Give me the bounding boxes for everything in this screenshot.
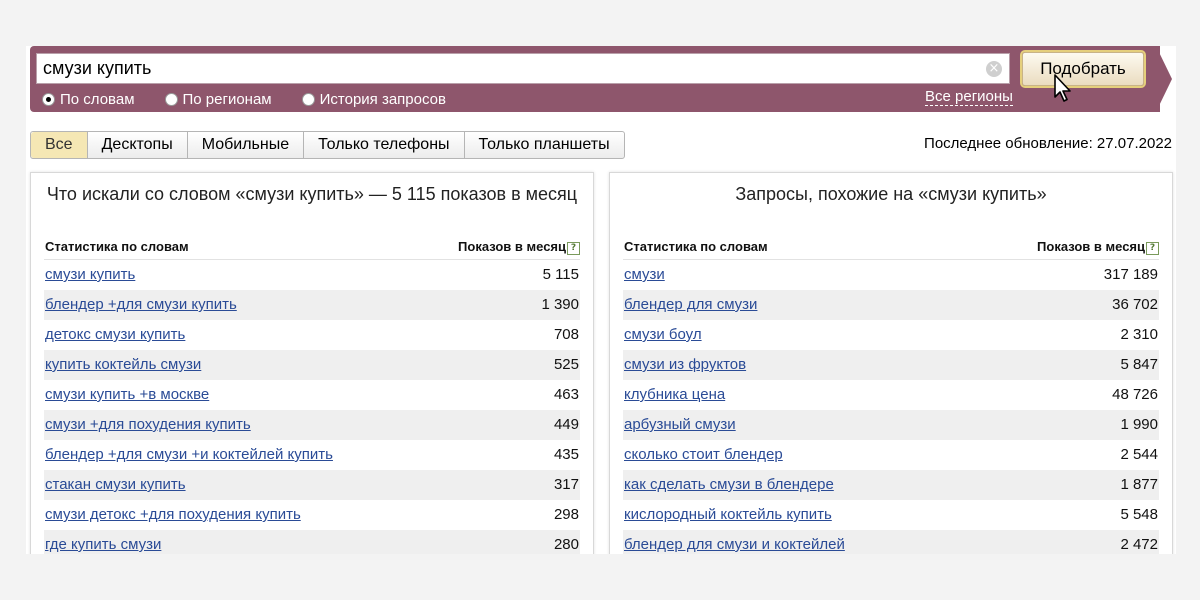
col-count-header: Показов в месяц? [458,239,580,255]
impressions-count: 449 [553,416,579,433]
phrase-link[interactable]: купить коктейль смузи [45,356,201,373]
radio-unchecked-icon[interactable] [301,92,315,106]
help-icon[interactable]: ? [1146,242,1159,255]
col-words-header: Статистика по словам [624,239,768,254]
table-row: как сделать смузи в блендере 1 877 [623,470,1159,500]
table-row: смузи 317 189 [623,260,1159,290]
word-stats-panel: Что искали со словом «смузи купить» — 5 … [30,172,594,554]
table-row: смузи из фруктов 5 847 [623,350,1159,380]
tab-desktops[interactable]: Десктопы [88,132,188,158]
table-row: сколько стоит блендер 2 544 [623,440,1159,470]
panel-title: Запросы, похожие на «смузи купить» [735,184,1047,204]
radio-label: История запросов [319,90,446,108]
last-update-text: Последнее обновление: 27.07.2022 [924,135,1172,152]
table-header: Статистика по словам Показов в месяц? [623,237,1159,260]
table-row: блендер для смузи 36 702 [623,290,1159,320]
table-row: смузи детокс +для похудения купить 298 [44,500,580,530]
phrase-link[interactable]: кислородный коктейль купить [624,506,832,523]
impressions-count: 2 310 [1120,326,1158,343]
phrase-link[interactable]: сколько стоит блендер [624,446,783,463]
impressions-count: 2 544 [1120,446,1158,463]
impressions-count: 525 [553,356,579,373]
phrase-link[interactable]: смузи +для похудения купить [45,416,251,433]
table-row: детокс смузи купить 708 [44,320,580,350]
phrase-link[interactable]: блендер для смузи [624,296,757,313]
table-row: смузи купить +в москве 463 [44,380,580,410]
phrase-link[interactable]: где купить смузи [45,536,161,553]
table-row: где купить смузи 280 [44,530,580,554]
col-count-header: Показов в месяц? [1037,239,1159,255]
radio-by-words[interactable]: По словам [42,89,135,109]
table-row: арбузный смузи 1 990 [623,410,1159,440]
radio-query-history[interactable]: История запросов [301,89,446,109]
phrase-link[interactable]: смузи купить [45,266,135,283]
table-row: смузи купить 5 115 [44,260,580,290]
radio-unchecked-icon[interactable] [164,92,178,106]
impressions-count: 1 390 [541,296,579,313]
tab-mobile[interactable]: Мобильные [188,132,305,158]
all-regions-link[interactable]: Все регионы [925,88,1013,106]
table-row: кислородный коктейль купить 5 548 [623,500,1159,530]
phrase-link[interactable]: смузи боул [624,326,702,343]
impressions-count: 1 990 [1120,416,1158,433]
impressions-count: 5 847 [1120,356,1158,373]
impressions-count: 463 [553,386,579,403]
similar-queries-panel: Запросы, похожие на «смузи купить» Стати… [609,172,1173,554]
table-row: купить коктейль смузи 525 [44,350,580,380]
phrase-link[interactable]: стакан смузи купить [45,476,186,493]
table-row: смузи боул 2 310 [623,320,1159,350]
impressions-count: 708 [553,326,579,343]
impressions-count: 298 [553,506,579,523]
table-row: блендер для смузи и коктейлей 2 472 [623,530,1159,554]
phrase-link[interactable]: арбузный смузи [624,416,736,433]
impressions-count: 2 472 [1120,536,1158,553]
impressions-count: 317 189 [1103,266,1158,283]
table-header: Статистика по словам Показов в месяц? [44,237,580,260]
impressions-count: 280 [553,536,579,553]
help-icon[interactable]: ? [567,242,580,255]
mouse-cursor-icon [1054,74,1071,102]
phrase-link[interactable]: смузи из фруктов [624,356,746,373]
impressions-count: 435 [553,446,579,463]
clear-icon[interactable]: × [986,61,1002,77]
phrase-link[interactable]: смузи детокс +для похудения купить [45,506,301,523]
radio-by-regions[interactable]: По регионам [164,89,272,109]
similar-queries-rows: смузи 317 189 блендер для смузи 36 702 смузи… [623,260,1159,554]
impressions-count: 36 702 [1112,296,1158,313]
radio-label: По регионам [182,90,272,108]
phrase-link[interactable]: смузи купить +в москве [45,386,209,403]
phrase-link[interactable]: клубника цена [624,386,725,403]
tab-all[interactable]: Все [31,132,88,158]
impressions-count: 5 548 [1120,506,1158,523]
search-input[interactable] [36,53,1010,84]
phrase-link[interactable]: как сделать смузи в блендере [624,476,834,493]
col-words-header: Статистика по словам [45,239,189,254]
table-row: клубника цена 48 726 [623,380,1159,410]
impressions-count: 48 726 [1112,386,1158,403]
table-row: блендер +для смузи купить 1 390 [44,290,580,320]
phrase-link[interactable]: детокс смузи купить [45,326,185,343]
search-mode-radios: По словам По регионам История запросов [42,89,476,109]
tab-phones-only[interactable]: Только телефоны [304,132,465,158]
radio-checked-icon[interactable] [42,92,55,106]
impressions-count: 317 [553,476,579,493]
panel-title: Что искали со словом «смузи купить» — 5 … [46,184,578,204]
word-stats-rows: смузи купить 5 115 блендер +для смузи купи… [44,260,580,554]
phrase-link[interactable]: смузи [624,266,665,283]
phrase-link[interactable]: блендер для смузи и коктейлей [624,536,845,553]
tab-tablets-only[interactable]: Только планшеты [465,132,624,158]
search-bar: × Подобрать По словам По регионам Истори… [30,46,1160,112]
phrase-link[interactable]: блендер +для смузи купить [45,296,237,313]
table-row: блендер +для смузи +и коктейлей купить 43… [44,440,580,470]
wordstat-page: × Подобрать По словам По регионам Истори… [26,46,1176,554]
phrase-link[interactable]: блендер +для смузи +и коктейлей купить [45,446,333,463]
impressions-count: 5 115 [542,266,579,283]
submit-button[interactable]: Подобрать [1022,52,1144,86]
device-filter-tabs: Все Десктопы Мобильные Только телефоны Т… [30,131,625,159]
table-row: смузи +для похудения купить 449 [44,410,580,440]
radio-label: По словам [60,90,135,108]
table-row: стакан смузи купить 317 [44,470,580,500]
search-bar-arrow [1156,46,1172,112]
impressions-count: 1 877 [1120,476,1158,493]
